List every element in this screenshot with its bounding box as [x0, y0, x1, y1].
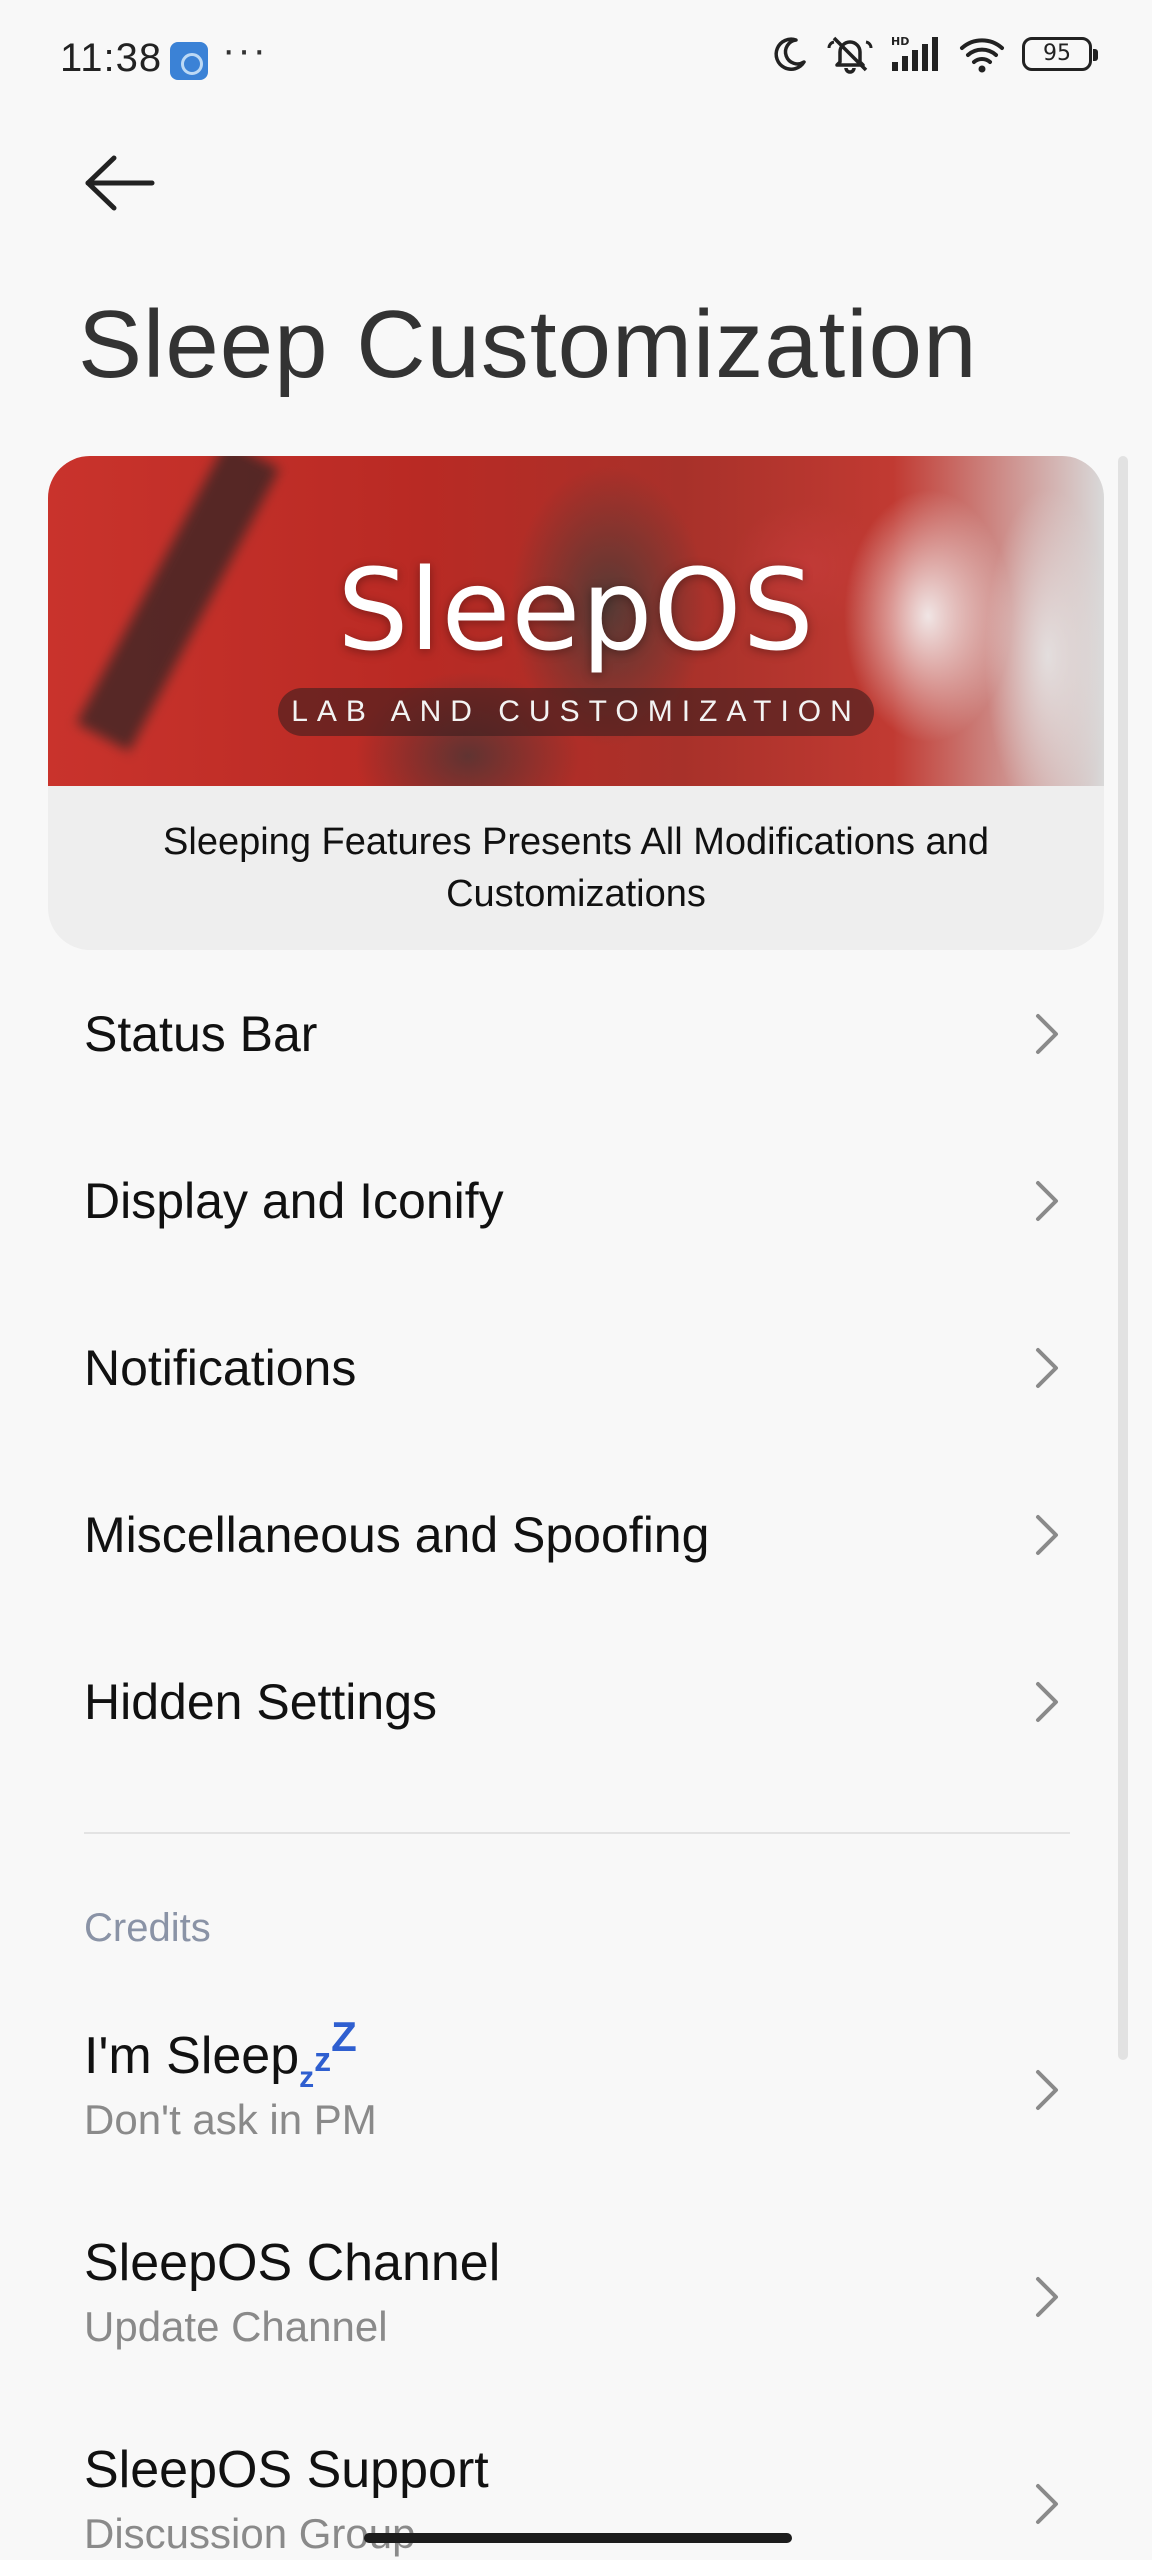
zzz-large: Z: [331, 2013, 357, 2060]
chevron-right-icon: [1036, 1681, 1058, 1722]
credit-title-text: I'm Sleep: [84, 2027, 300, 2085]
status-icons: HD 95: [770, 34, 1098, 74]
zzz-small: z: [299, 2061, 315, 2094]
sleeping-zzz-icon: zzZ: [299, 2013, 357, 2094]
banner-tagline: LAB AND CUSTOMIZATION: [291, 695, 861, 728]
status-bar: 11:38 ··· HD 95: [0, 0, 1152, 120]
zzz-medium: z: [314, 2041, 332, 2079]
credit-item-sleepos-channel[interactable]: SleepOS Channel Update Channel: [0, 2193, 1152, 2400]
banner-tagline-pill: LAB AND CUSTOMIZATION: [278, 688, 874, 736]
banner-caption: Sleeping Features Presents All Modificat…: [163, 821, 989, 915]
menu-item-label: Display and Iconify: [84, 1172, 504, 1229]
menu-item-label: Hidden Settings: [84, 1673, 438, 1730]
chevron-right-icon: [1036, 2276, 1058, 2317]
app-notification-icon: [170, 42, 208, 80]
chevron-right-icon: [1036, 1180, 1058, 1221]
menu-item-miscellaneous-and-spoofing[interactable]: Miscellaneous and Spoofing: [0, 1451, 1152, 1618]
menu-item-status-bar[interactable]: Status Bar: [0, 950, 1152, 1117]
menu-item-label: Notifications: [84, 1339, 357, 1396]
chevron-right-icon: [1036, 1013, 1058, 1054]
hd-signal-icon: HD: [891, 35, 938, 71]
credit-subtitle: Don't ask in PM: [84, 2096, 377, 2143]
back-button[interactable]: [80, 150, 160, 216]
banner-logo: SleepOS: [337, 546, 815, 676]
chevron-right-icon: [1036, 1514, 1058, 1555]
status-time: 11:38: [60, 36, 163, 80]
menu-item-label: Miscellaneous and Spoofing: [84, 1506, 710, 1563]
menu-item-notifications[interactable]: Notifications: [0, 1284, 1152, 1451]
chevron-right-icon: [1036, 1347, 1058, 1388]
battery-icon: 95: [1022, 37, 1098, 71]
banner-card: SleepOS LAB AND CUSTOMIZATION Sleeping F…: [48, 456, 1104, 950]
banner-image: SleepOS LAB AND CUSTOMIZATION: [48, 456, 1104, 786]
credit-title: SleepOS Support: [84, 2441, 489, 2499]
menu-item-display-and-iconify[interactable]: Display and Iconify: [0, 1117, 1152, 1284]
menu-item-hidden-settings[interactable]: Hidden Settings: [0, 1618, 1152, 1785]
section-divider: [84, 1832, 1070, 1834]
moon-icon: [774, 37, 806, 71]
credit-item-im-sleep[interactable]: I'm SleepzzZ Don't ask in PM: [0, 1986, 1152, 2193]
credit-subtitle: Update Channel: [84, 2303, 388, 2350]
settings-menu: Status Bar Display and Iconify Notificat…: [0, 950, 1152, 1785]
arrow-left-icon: [85, 155, 155, 211]
svg-text:HD: HD: [891, 35, 909, 48]
bell-off-icon: [827, 36, 873, 74]
chevron-right-icon: [1036, 2483, 1058, 2524]
home-indicator[interactable]: [364, 2533, 792, 2543]
more-notifications-icon: ···: [222, 28, 268, 72]
credits-list: I'm SleepzzZ Don't ask in PM SleepOS Cha…: [0, 1986, 1152, 2560]
chevron-right-icon: [1036, 2069, 1058, 2110]
credits-section-header: Credits: [84, 1906, 211, 1950]
credit-title: SleepOS Channel: [84, 2234, 501, 2292]
credit-title: I'm SleepzzZ: [84, 2013, 357, 2094]
menu-item-label: Status Bar: [84, 1005, 318, 1062]
wifi-icon: [960, 38, 1004, 73]
page-title: Sleep Customization: [78, 291, 978, 398]
